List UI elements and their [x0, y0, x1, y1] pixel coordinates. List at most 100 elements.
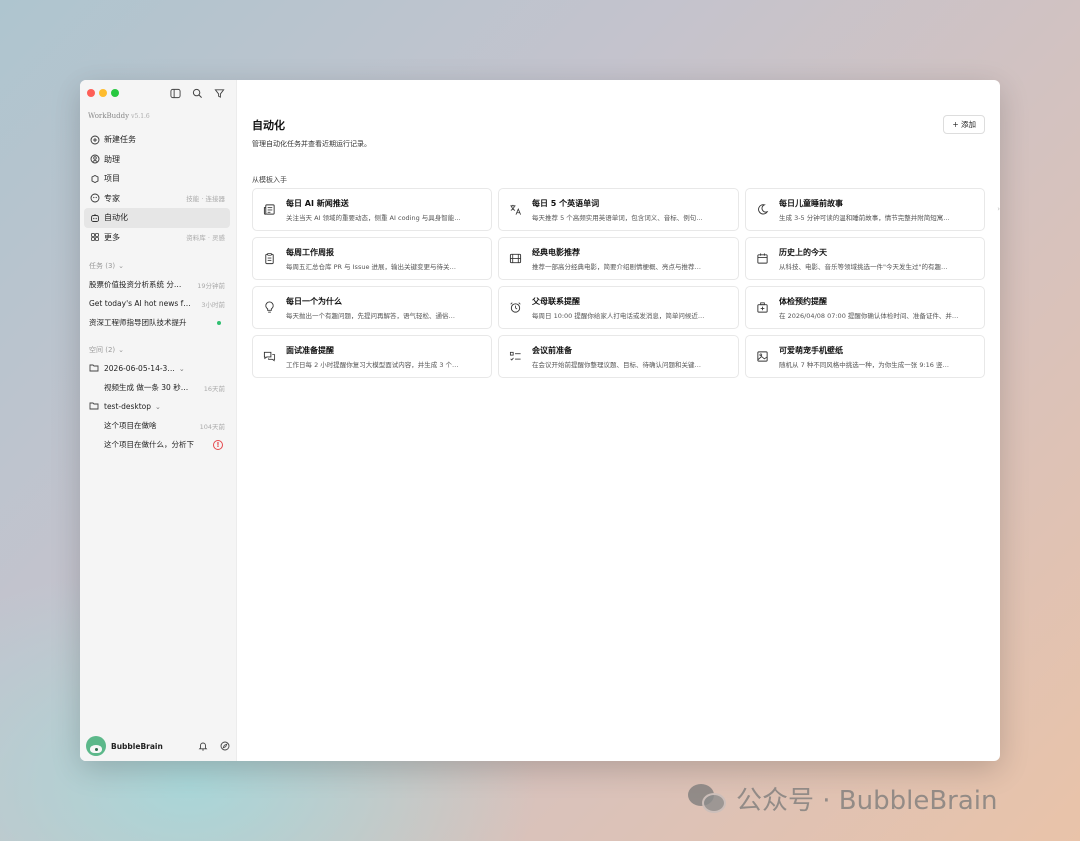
alarm-clock-icon	[507, 300, 523, 316]
template-title: 体检预约提醒	[779, 296, 827, 306]
template-desc: 工作日每 2 小时提醒你复习大模型面试内容，并生成 3 个…	[286, 360, 459, 369]
warning-icon: !	[213, 439, 223, 450]
template-card[interactable]: 父母联系提醒 每周日 10:00 提醒你给家人打电话或发消息，简单问候近…	[498, 286, 739, 329]
chevron-down-icon: ⌄	[118, 346, 125, 354]
user-name[interactable]: BubbleBrain	[111, 742, 187, 751]
template-card[interactable]: 每日儿童睡前故事生成 3-5 分钟可读的温和睡前故事，情节完整并附简短寓…	[745, 188, 985, 231]
template-desc: 每周日 10:00 提醒你给家人打电话或发消息，简单问候近…	[532, 311, 705, 320]
template-title: 每日 5 个英语单词	[532, 198, 600, 208]
tasks-section-header[interactable]: 任务 (3) ⌄	[89, 261, 124, 271]
template-title: 历史上的今天	[779, 247, 827, 257]
task-item[interactable]: 股票价值投资分析系统 分… 19分钟前	[84, 275, 230, 294]
template-card[interactable]: 会议前准备 在会议开始前提醒你整理议题、目标、待确认问题和关键…	[498, 335, 739, 378]
template-desc: 从科技、电影、音乐等领域挑选一件"今天发生过"的有趣…	[779, 262, 948, 271]
calendar-icon	[754, 251, 770, 267]
newspaper-icon	[261, 202, 277, 218]
template-card[interactable]: 可爱萌宠手机壁纸随机从 7 种不同风格中挑选一种，为你生成一张 9:16 竖…	[745, 335, 985, 378]
add-automation-button[interactable]: + 添加	[943, 115, 985, 134]
checklist-icon	[507, 349, 523, 365]
template-desc: 推荐一部高分经典电影，简要介绍剧情梗概、亮点与推荐…	[532, 262, 701, 271]
template-desc: 在 2026/04/08 07:00 提醒你确认体检时间、准备证件、并…	[779, 311, 959, 320]
chevron-down-icon: ⌄	[155, 402, 161, 411]
project-icon	[89, 173, 100, 184]
zoom-window-button[interactable]	[111, 89, 119, 97]
task-title: 这个项目在做什么，分析下	[104, 440, 194, 449]
chevron-down-icon: ⌄	[118, 262, 125, 270]
expert-icon	[89, 193, 100, 204]
nav-new-task[interactable]: 新建任务	[84, 130, 230, 150]
template-desc: 每天抛出一个有趣问题，先提问再解答，语气轻松、通俗…	[286, 311, 455, 320]
template-title: 每日一个为什么	[286, 296, 342, 306]
compass-icon[interactable]	[219, 740, 231, 752]
moon-icon	[754, 202, 770, 218]
template-card[interactable]: 每日 5 个英语单词每天推荐 5 个高频实用英语单词，包含词义、音标、例句…	[498, 188, 739, 231]
lightbulb-icon	[261, 300, 277, 316]
user-bar: BubbleBrain	[86, 735, 231, 757]
minimize-window-button[interactable]	[99, 89, 107, 97]
template-desc: 每天推荐 5 个高频实用英语单词，包含词义、音标、例句…	[532, 213, 703, 222]
nav-project[interactable]: 项目	[84, 169, 230, 189]
bell-icon[interactable]	[197, 740, 209, 752]
nav-automation[interactable]: 自动化	[84, 208, 230, 228]
spaces-section-header[interactable]: 空间 (2) ⌄	[89, 345, 124, 355]
tasks-header-label: 任务 (3)	[89, 262, 116, 270]
folder-icon	[89, 401, 100, 412]
watermark: 公众号 · BubbleBrain	[688, 780, 998, 817]
task-item[interactable]: Get today's AI hot news f… 3小时前	[84, 294, 230, 313]
sidebar-toggle-icon[interactable]	[169, 87, 181, 99]
template-desc: 随机从 7 种不同风格中挑选一种，为你生成一张 9:16 竖…	[779, 360, 949, 369]
template-card[interactable]: 每日 AI 新闻推送 关注当天 AI 领域的重要动态，侧重 AI coding 与…	[252, 188, 492, 231]
template-card[interactable]: 每周工作周报 每周五汇总仓库 PR 与 Issue 进展，输出关键变更与待关…	[252, 237, 492, 280]
task-title: 视频生成 做一条 30 秒…	[104, 383, 189, 392]
nav-expert[interactable]: 专家 技能 · 连接器	[84, 189, 230, 209]
nav-assistant[interactable]: 助理	[84, 150, 230, 170]
image-icon	[754, 349, 770, 365]
template-title: 面试准备提醒	[286, 345, 334, 355]
nav-label: 专家	[104, 193, 120, 203]
space-task-item[interactable]: 这个项目在做啥 104天前	[84, 416, 230, 435]
space-folder[interactable]: test-desktop ⌄	[84, 397, 230, 416]
nav-more[interactable]: 更多 资料库 · 灵感	[84, 228, 230, 248]
close-window-button[interactable]	[87, 89, 95, 97]
templates-header: 从模板入手	[252, 176, 287, 184]
space-folder[interactable]: 2026-06-05-14-3… ⌄	[84, 359, 230, 378]
window-controls	[87, 89, 119, 97]
task-time: 104天前	[199, 422, 225, 431]
template-title: 每周工作周报	[286, 247, 334, 257]
template-card[interactable]: 每日一个为什么每天抛出一个有趣问题，先提问再解答，语气轻松、通俗…	[252, 286, 492, 329]
space-list: 2026-06-05-14-3… ⌄ 视频生成 做一条 30 秒… 16天前 t…	[84, 359, 230, 454]
sidebar-toolbar	[169, 87, 225, 99]
space-task-item[interactable]: 视频生成 做一条 30 秒… 16天前	[84, 378, 230, 397]
sidebar-nav: 新建任务 助理 项目 专家 技能 · 连接器 自动化 更多 资料库 · 灵感	[84, 130, 230, 247]
folder-name: 2026-06-05-14-3…	[104, 364, 175, 373]
task-item[interactable]: 资深工程师指导团队技术提升	[84, 313, 230, 332]
automation-icon	[89, 212, 100, 223]
task-time: 3小时前	[201, 300, 225, 309]
filter-icon[interactable]	[213, 87, 225, 99]
template-title: 每日儿童睡前故事	[779, 198, 843, 208]
app-brand: WorkBuddy v5.1.6	[88, 112, 150, 120]
nav-label: 项目	[104, 174, 120, 184]
more-grid-icon	[89, 232, 100, 243]
task-time: 19分钟前	[197, 281, 225, 290]
sidebar: WorkBuddyv5.1.6 新建任务 助理 项目 专家 技能 · 连接器	[80, 80, 237, 761]
template-title: 可爱萌宠手机壁纸	[779, 345, 843, 355]
template-card[interactable]: 历史上的今天从科技、电影、音乐等领域挑选一件"今天发生过"的有趣…	[745, 237, 985, 280]
nav-label: 自动化	[104, 213, 128, 223]
assistant-icon	[89, 154, 100, 165]
template-card[interactable]: 体检预约提醒在 2026/04/08 07:00 提醒你确认体检时间、准备证件、…	[745, 286, 985, 329]
plus-circle-icon	[89, 134, 100, 145]
search-icon[interactable]	[191, 87, 203, 99]
film-icon	[507, 251, 523, 267]
avatar[interactable]	[86, 736, 106, 756]
template-grid: 每日 AI 新闻推送 关注当天 AI 领域的重要动态，侧重 AI coding 与…	[252, 188, 985, 378]
task-title: 这个项目在做啥	[104, 421, 157, 430]
template-desc: 生成 3-5 分钟可读的温和睡前故事，情节完整并附简短寓…	[779, 213, 950, 222]
chevron-down-icon: ⌄	[178, 364, 185, 373]
template-card[interactable]: 经典电影推荐 推荐一部高分经典电影，简要介绍剧情梗概、亮点与推荐…	[498, 237, 739, 280]
template-card[interactable]: 面试准备提醒工作日每 2 小时提醒你复习大模型面试内容，并生成 3 个…	[252, 335, 492, 378]
space-task-item[interactable]: 这个项目在做什么，分析下 !	[84, 435, 230, 454]
scroll-edge-mark: ›	[997, 205, 1000, 213]
nav-label: 新建任务	[104, 135, 136, 145]
nav-label: 更多	[104, 232, 120, 242]
